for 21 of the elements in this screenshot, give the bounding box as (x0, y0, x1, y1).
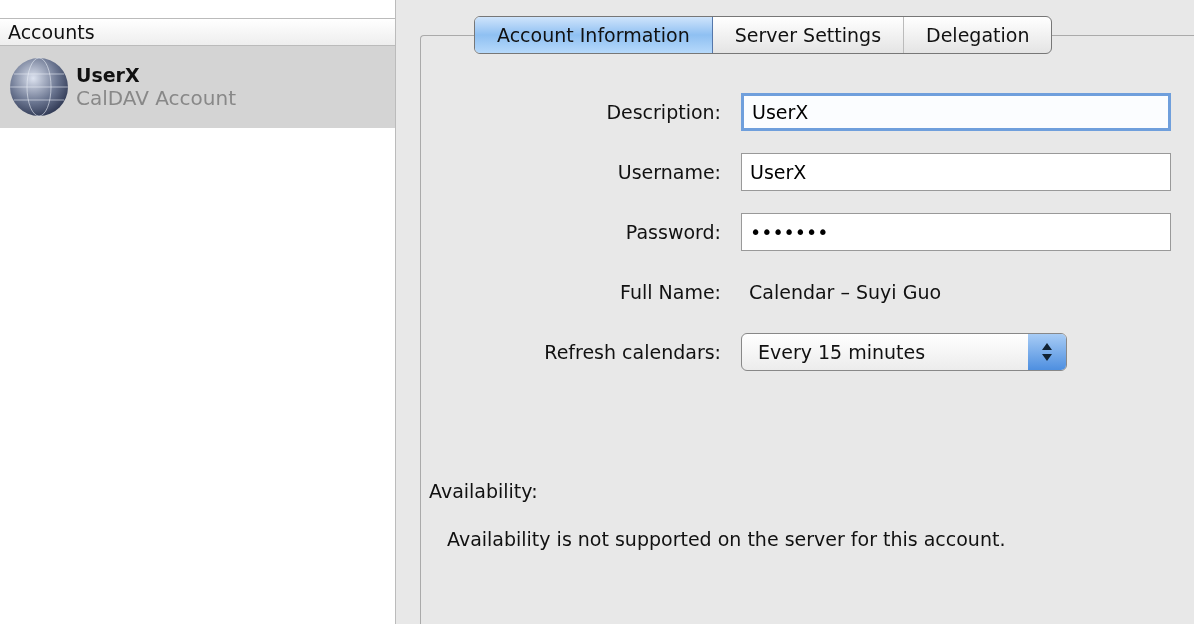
account-item[interactable]: UserX CalDAV Account (0, 46, 395, 128)
field-label: Description: (605, 101, 721, 123)
account-type: CalDAV Account (76, 86, 237, 110)
text-field[interactable]: UserX (741, 153, 1171, 191)
field-label: Password: (624, 221, 721, 243)
field-label: Refresh calendars: (543, 341, 721, 363)
refresh-popup[interactable]: Every 15 minutes (741, 333, 1067, 371)
tab[interactable]: Account Information (475, 17, 713, 53)
field-label: Full Name: (619, 281, 721, 303)
tab[interactable]: Server Settings (712, 17, 905, 53)
stepper-arrows-icon (1028, 334, 1066, 370)
text-field[interactable]: UserX (741, 93, 1171, 131)
availability-label: Availability: (429, 480, 539, 502)
tab[interactable]: Delegation (904, 17, 1052, 53)
availability-message: Availability is not supported on the server for this account. (447, 528, 1007, 550)
account-name: UserX (76, 64, 141, 86)
password-field[interactable]: ••••••• (741, 213, 1171, 251)
full-name-value: Calendar – Suyi Guo (748, 281, 943, 303)
accounts-header: Accounts (0, 18, 395, 46)
field-label: Username: (616, 161, 721, 183)
globe-icon (8, 56, 70, 118)
